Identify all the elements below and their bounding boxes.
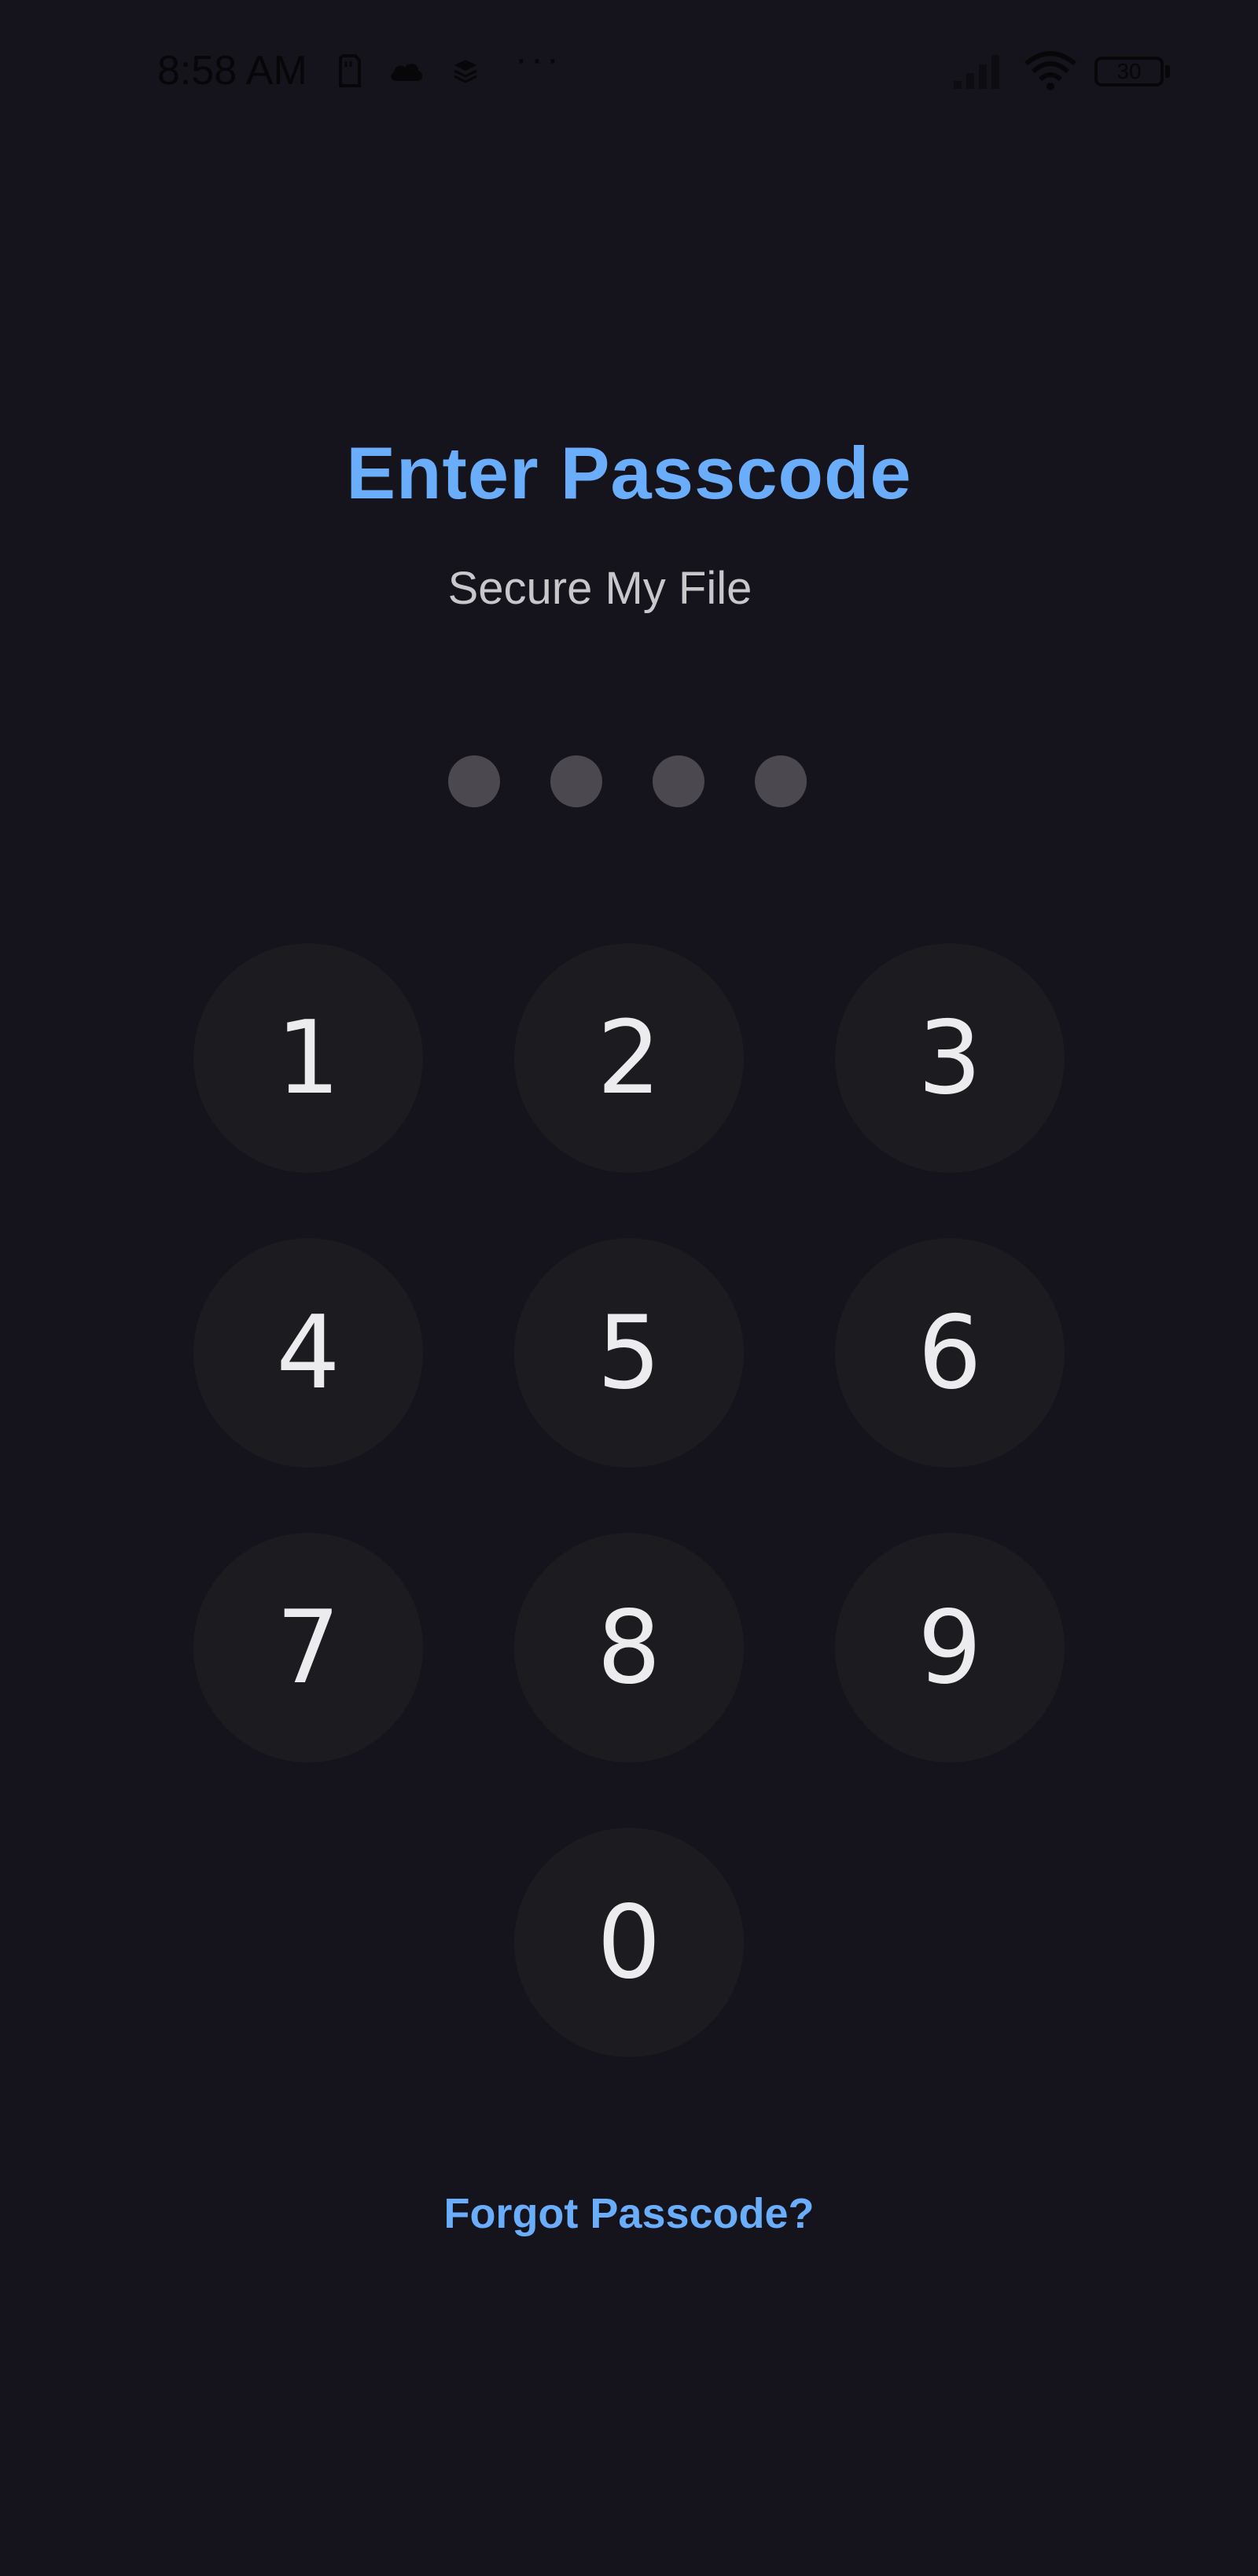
battery-icon: 30 [1094, 57, 1164, 86]
layers-icon [448, 47, 483, 94]
key-7[interactable]: 7 [193, 1533, 423, 1762]
key-5[interactable]: 5 [514, 1238, 744, 1468]
key-3[interactable]: 3 [835, 943, 1065, 1173]
app-name-subtitle: Secure My File [447, 563, 752, 614]
passcode-dot [550, 755, 602, 807]
passcode-indicator [0, 755, 1258, 807]
passcode-dot [755, 755, 807, 807]
key-1[interactable]: 1 [193, 943, 423, 1173]
forgot-passcode-link[interactable]: Forgot Passcode? [0, 2189, 1258, 2238]
key-4[interactable]: 4 [193, 1238, 423, 1468]
page-title: Enter Passcode [346, 432, 912, 514]
wifi-icon [1022, 47, 1079, 94]
more-icon: ··· [515, 39, 562, 80]
passcode-dot [653, 755, 704, 807]
passcode-dot [448, 755, 500, 807]
key-8[interactable]: 8 [514, 1533, 744, 1762]
cloud-icon [387, 47, 426, 94]
status-time: 8:58 AM [157, 48, 307, 94]
key-2[interactable]: 2 [514, 943, 744, 1173]
battery-level: 30 [1116, 59, 1142, 83]
signal-icon [950, 47, 1006, 94]
key-0[interactable]: 0 [514, 1828, 744, 2057]
status-bar: 8:58 AM ··· 30 [0, 0, 1258, 141]
key-6[interactable]: 6 [835, 1238, 1065, 1468]
battery-tip [1165, 65, 1170, 78]
sd-card-icon [334, 47, 366, 94]
key-9[interactable]: 9 [835, 1533, 1065, 1762]
